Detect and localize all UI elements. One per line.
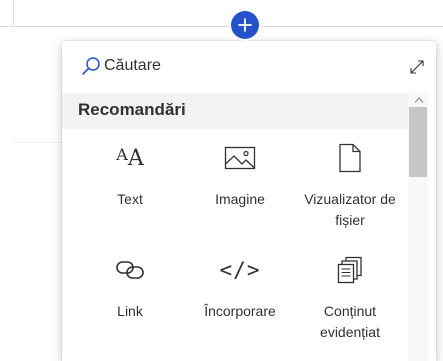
webpart-toolbox-panel: Recomandări AA Text Imagine [62,41,436,361]
tile-text[interactable]: AA Text [75,141,185,241]
file-icon [295,141,405,175]
link-icon [75,253,185,287]
embed-code-icon: </> [219,258,261,282]
expand-icon[interactable] [409,59,425,75]
tile-embed[interactable]: </> Încorporare [185,253,295,353]
tile-image[interactable]: Imagine [185,141,295,241]
add-webpart-button[interactable] [231,11,259,39]
tile-label: Imagine [215,191,265,207]
image-icon [185,141,295,175]
search-row [62,41,436,93]
tile-link[interactable]: Link [75,253,185,353]
canvas-edge-line [13,0,14,27]
plus-icon [238,18,252,32]
tile-highlighted-content[interactable]: Conținut evidențiat [295,253,405,353]
scroll-up-arrow-icon[interactable] [414,96,424,104]
tile-label: Link [117,303,143,319]
text-icon: AA [116,144,144,171]
search-icon [82,57,100,75]
section-divider-line [0,26,443,27]
tile-label: Încorporare [204,303,276,319]
faint-divider [14,142,62,143]
section-title: Recomandări [78,100,186,119]
section-header: Recomandări [62,93,408,129]
tile-file-viewer[interactable]: Vizualizator de fișier [295,141,405,241]
tile-label: Vizualizator de fișier [304,191,396,228]
highlighted-content-icon [295,253,405,287]
search-input[interactable] [104,54,364,78]
tile-label: Conținut evidențiat [320,303,380,340]
tile-label: Text [117,191,143,207]
scrollbar-thumb[interactable] [409,107,427,177]
